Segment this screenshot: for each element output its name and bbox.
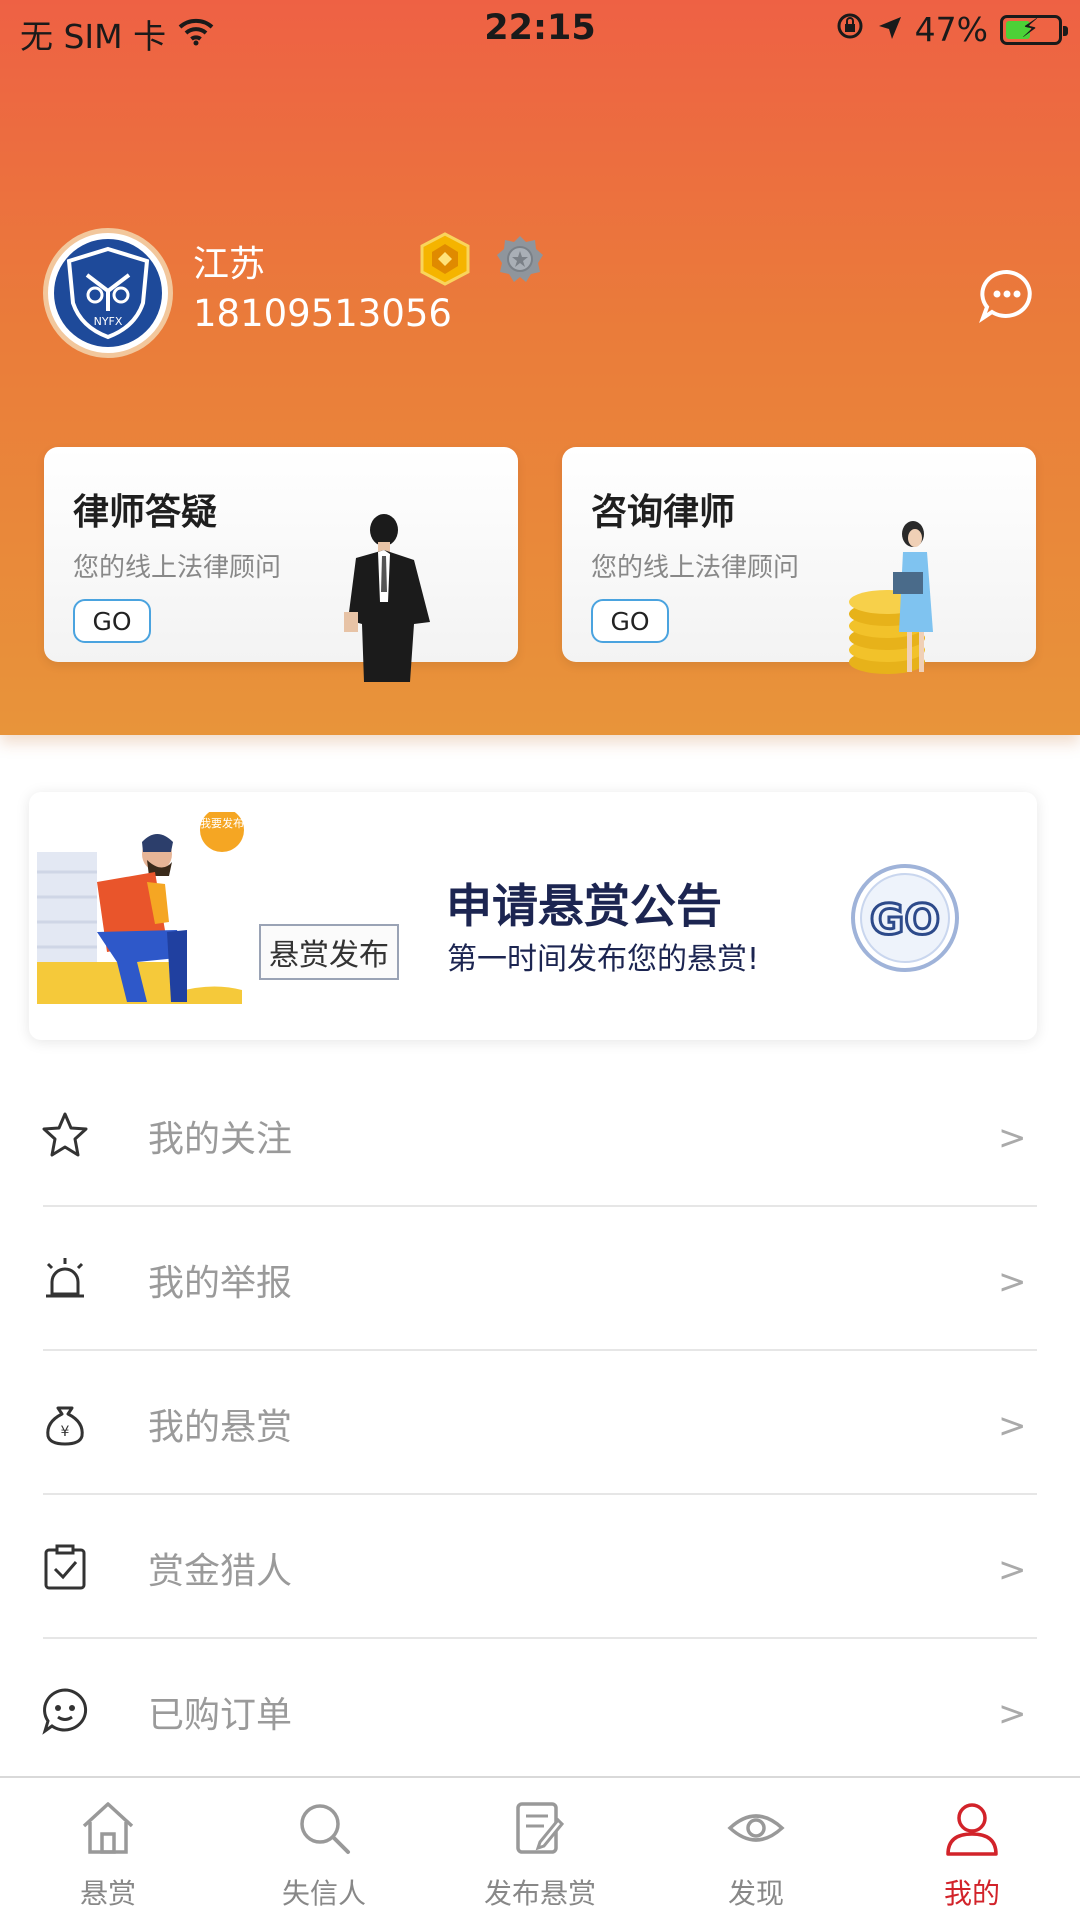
tab-publish-reward[interactable]: 发布悬赏 [432, 1778, 648, 1920]
clipboard-check-icon [40, 1542, 90, 1592]
tab-label: 悬赏 [79, 1877, 136, 1910]
consult-lawyer-go-button[interactable]: GO [591, 599, 669, 643]
menu-item-reports[interactable]: 我的举报 > [0, 1206, 1080, 1350]
status-bar: 无 SIM 卡 22:15 47% ⚡ [0, 0, 1080, 62]
banner-go-button[interactable]: GO [849, 862, 961, 978]
charging-bolt-icon: ⚡ [1021, 13, 1040, 44]
reward-announcement-banner[interactable]: 我要发布 悬赏发布 申请悬赏公告 第一时间发布您的悬赏! GO [29, 792, 1037, 1040]
tab-rewards[interactable]: 悬赏 [0, 1778, 216, 1920]
lawyer-qa-go-button[interactable]: GO [73, 599, 151, 643]
menu-item-my-rewards[interactable]: ¥ 我的悬赏 > [0, 1350, 1080, 1494]
tab-label: 发现 [727, 1877, 784, 1910]
home-icon [78, 1798, 138, 1858]
profile-header: 无 SIM 卡 22:15 47% ⚡ NYFX 江苏 18109513056 … [0, 0, 1080, 735]
menu-item-bounty-hunter[interactable]: 赏金猎人 > [0, 1494, 1080, 1638]
tab-label: 我的 [943, 1877, 1000, 1910]
chevron-right-icon: > [998, 1550, 1027, 1590]
banner-subtitle: 第一时间发布您的悬赏! [447, 942, 760, 977]
gold-badge-icon[interactable] [418, 232, 472, 290]
chevron-right-icon: > [998, 1262, 1027, 1302]
location-arrow-icon [877, 10, 903, 49]
menu-label: 我的悬赏 [148, 1407, 293, 1448]
reward-publish-tag: 悬赏发布 [259, 924, 399, 980]
gray-medal-icon[interactable] [495, 234, 545, 288]
bubble-text: 我要发布 [200, 816, 244, 830]
tab-bar: 悬赏 失信人 发布悬赏 发现 我的 [0, 1776, 1080, 1920]
card-title: 律师答疑 [73, 492, 218, 533]
status-right: 47% ⚡ [835, 10, 1068, 49]
edit-doc-icon [510, 1798, 570, 1858]
rotation-lock-icon [835, 10, 865, 49]
tab-mine[interactable]: 我的 [864, 1778, 1080, 1920]
menu-item-following[interactable]: 我的关注 > [0, 1062, 1080, 1206]
tab-label: 发布悬赏 [483, 1877, 596, 1910]
search-icon [294, 1798, 354, 1858]
man-sitting-illustration: 我要发布 [37, 808, 262, 1026]
menu-label: 已购订单 [148, 1695, 293, 1736]
profile-name: 江苏 [193, 244, 266, 285]
avatar-logo: NYFX [54, 239, 162, 347]
consult-lawyer-card[interactable]: 咨询律师 您的线上法律顾问 GO [562, 447, 1036, 674]
menu-label: 我的举报 [148, 1263, 293, 1304]
battery-percent: 47% [914, 10, 988, 49]
businessman-illustration [334, 512, 444, 691]
star-icon [40, 1110, 90, 1160]
message-icon[interactable] [978, 268, 1036, 328]
banner-go-text: GO [870, 895, 940, 944]
menu-item-orders[interactable]: 已购订单 > [0, 1638, 1080, 1782]
lawyer-woman-coins-illustration [847, 512, 962, 691]
lawyer-qa-card[interactable]: 律师答疑 您的线上法律顾问 GO [44, 447, 518, 682]
tab-discover[interactable]: 发现 [648, 1778, 864, 1920]
svg-text:¥: ¥ [61, 1424, 70, 1440]
menu-label: 赏金猎人 [148, 1551, 293, 1592]
card-subtitle: 您的线上法律顾问 [591, 553, 800, 583]
eye-icon [726, 1798, 786, 1858]
card-title: 咨询律师 [591, 492, 736, 533]
alarm-icon [40, 1254, 90, 1304]
card-subtitle: 您的线上法律顾问 [73, 553, 282, 583]
tab-label: 失信人 [281, 1877, 366, 1910]
avatar-text: NYFX [94, 315, 123, 328]
avatar[interactable]: NYFX [43, 228, 173, 358]
chevron-right-icon: > [998, 1694, 1027, 1734]
profile-phone: 18109513056 [193, 292, 452, 335]
battery-icon: ⚡ [1000, 13, 1068, 45]
user-icon [942, 1798, 1002, 1858]
tab-dishonest[interactable]: 失信人 [216, 1778, 432, 1920]
chevron-right-icon: > [998, 1118, 1027, 1158]
money-bag-icon: ¥ [40, 1398, 90, 1448]
menu-label: 我的关注 [148, 1119, 293, 1160]
chevron-right-icon: > [998, 1406, 1027, 1446]
banner-title: 申请悬赏公告 [446, 879, 722, 933]
chat-face-icon [40, 1686, 90, 1736]
